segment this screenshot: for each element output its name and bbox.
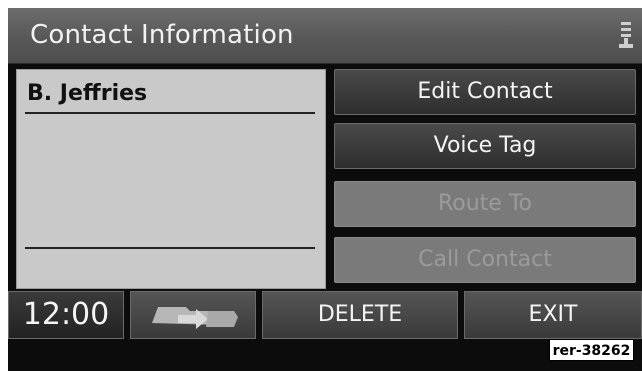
clock-display[interactable]: 12:00	[8, 291, 124, 339]
voice-tag-button[interactable]: Voice Tag	[334, 123, 636, 169]
divider	[25, 247, 315, 249]
phone-settings-icon	[619, 22, 633, 48]
contact-name: B. Jeffries	[27, 81, 148, 106]
delete-button[interactable]: DELETE	[262, 291, 458, 339]
contact-details-panel: B. Jeffries	[16, 69, 326, 289]
edit-contact-button[interactable]: Edit Contact	[334, 69, 636, 115]
divider	[25, 112, 315, 114]
navigation-return-button[interactable]	[130, 291, 256, 339]
exit-button[interactable]: EXIT	[464, 291, 642, 339]
route-to-button: Route To	[334, 181, 636, 227]
radio-screen: Contact Information B. Jeffries Edit Con…	[8, 8, 642, 371]
call-contact-button: Call Contact	[334, 237, 636, 283]
bottom-bar: 12:00 DELETE EXIT	[8, 291, 642, 339]
navigation-return-icon	[152, 307, 238, 329]
reference-label: rer-38262	[549, 339, 634, 361]
page-title: Contact Information	[30, 20, 294, 50]
title-bar: Contact Information	[8, 8, 642, 64]
